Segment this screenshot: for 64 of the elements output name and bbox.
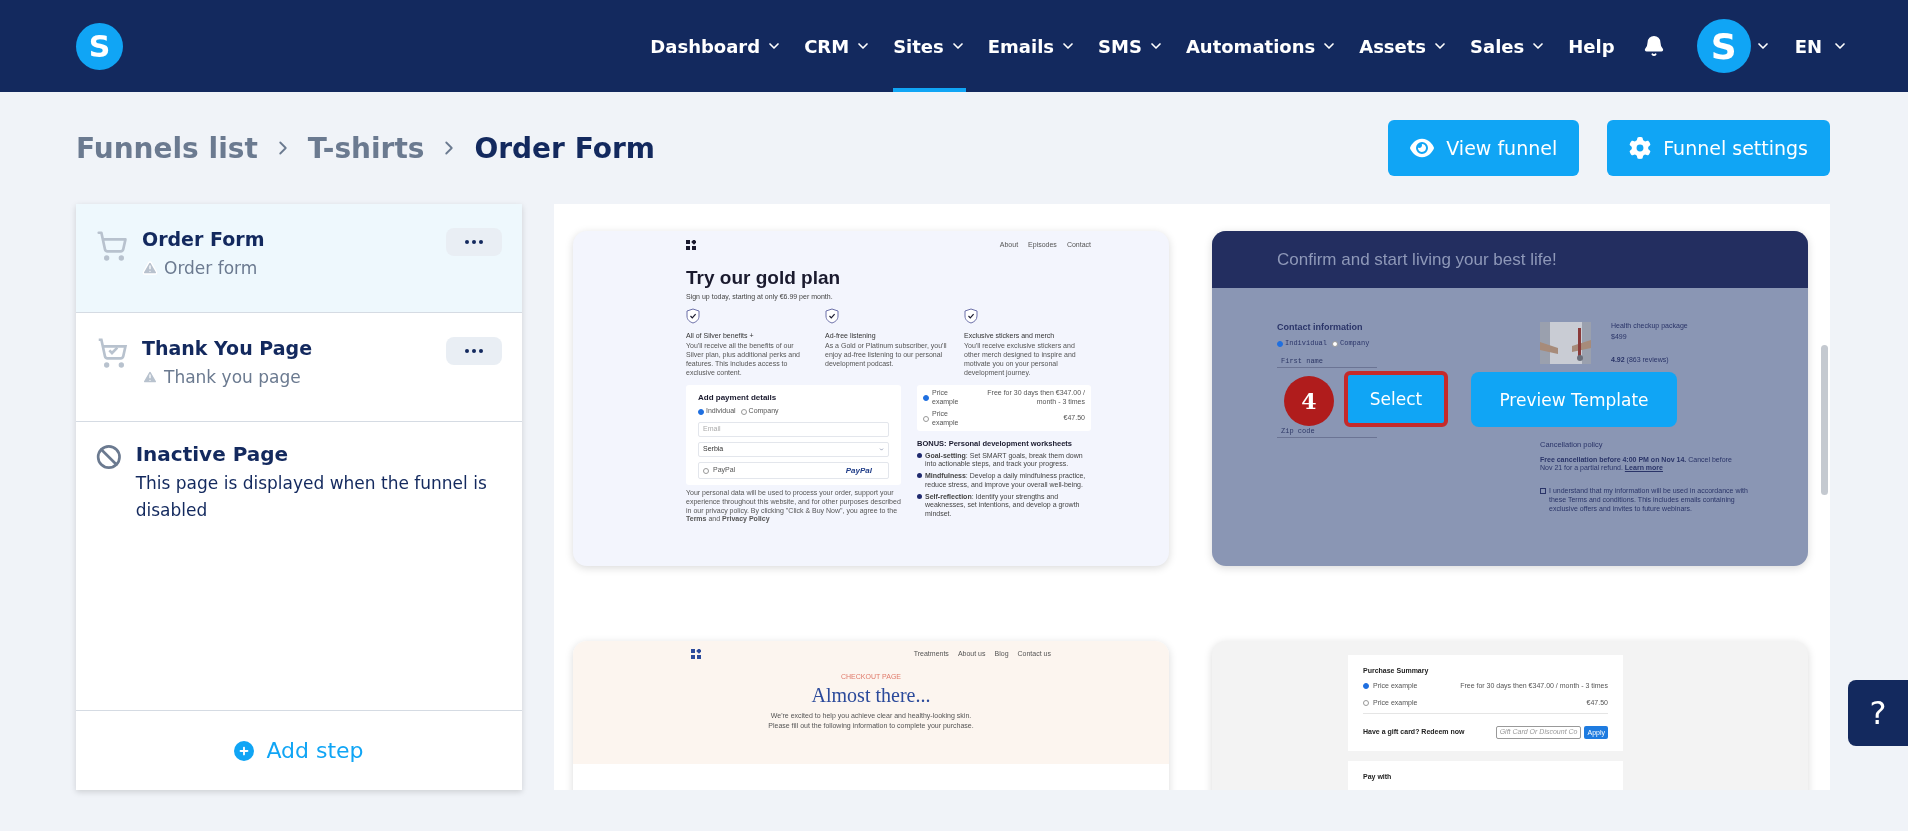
- step-item[interactable]: Order Form Order form: [76, 204, 522, 313]
- page-heading: Confirm and start living your best life!: [1277, 248, 1557, 271]
- radio-button[interactable]: [1277, 340, 1283, 347]
- nav-item[interactable]: Automations: [1185, 0, 1338, 92]
- check-bullet-icon: [917, 473, 922, 479]
- step-subtitle: Thank you page: [164, 367, 301, 387]
- nav-item[interactable]: Sales: [1470, 0, 1547, 92]
- prohibited-icon: [96, 442, 122, 472]
- step-title: Order Form: [142, 228, 265, 250]
- form-title: Contact information: [1277, 322, 1364, 334]
- radio-button[interactable]: [1363, 683, 1369, 690]
- ellipsis-icon: [465, 349, 483, 353]
- check-bullet-icon: [917, 493, 922, 499]
- form-title: Add payment details: [698, 393, 778, 404]
- page-heading: Almost there...: [811, 682, 931, 708]
- nav-item[interactable]: SMS: [1098, 0, 1164, 92]
- warning-icon: [142, 369, 158, 385]
- plus-icon: [234, 740, 255, 761]
- nav-item[interactable]: Sites: [893, 0, 966, 92]
- paypal-logo: PayPal: [845, 465, 872, 476]
- shield-check-icon: [825, 307, 839, 324]
- radio-button[interactable]: [1332, 340, 1338, 347]
- breadcrumb-link[interactable]: Funnels list: [76, 131, 258, 165]
- radio-button[interactable]: [923, 415, 929, 422]
- scrollbar[interactable]: [1821, 345, 1828, 495]
- radio-button[interactable]: [698, 408, 704, 415]
- template-card[interactable]: [573, 231, 1169, 566]
- caret-icon: [879, 447, 884, 452]
- nav-item[interactable]: Help: [1568, 0, 1615, 92]
- logo-icon: [691, 649, 701, 659]
- nav-item[interactable]: CRM: [804, 0, 872, 92]
- checkbox[interactable]: [1540, 488, 1546, 495]
- logo-icon: [686, 240, 696, 250]
- nav-item[interactable]: Emails: [987, 0, 1077, 92]
- check-bullet-icon: [917, 452, 922, 458]
- step-subtitle: Order form: [164, 258, 258, 278]
- inactive-description: This page is displayed when the funnel is disabled: [135, 472, 488, 522]
- cart-check-icon: [96, 337, 128, 369]
- breadcrumb-link[interactable]: Order Form: [474, 131, 655, 165]
- step-item[interactable]: Thank You Page Thank you page: [76, 313, 522, 422]
- avatar: S: [1696, 19, 1751, 73]
- breadcrumb-link[interactable]: T-shirts: [307, 131, 425, 165]
- radio-button[interactable]: [923, 395, 929, 401]
- step-marker: 4: [1284, 376, 1334, 426]
- radio-button[interactable]: [740, 408, 747, 415]
- shield-check-icon: [964, 307, 978, 324]
- radio-button[interactable]: [1363, 699, 1369, 706]
- step-title: Thank You Page: [142, 337, 313, 359]
- nav-item[interactable]: Dashboard: [650, 0, 783, 92]
- template-card[interactable]: [1212, 231, 1808, 566]
- nav-item[interactable]: Assets: [1359, 0, 1449, 92]
- warning-icon: [142, 260, 158, 276]
- more-button[interactable]: [446, 337, 502, 365]
- help-button[interactable]: ?: [1848, 680, 1908, 746]
- bell-icon[interactable]: [1642, 35, 1665, 57]
- more-button[interactable]: [446, 228, 502, 256]
- page-heading: Try our gold plan: [686, 266, 842, 290]
- language-menu[interactable]: EN: [1794, 35, 1848, 57]
- ellipsis-icon: [465, 240, 483, 244]
- cart-icon: [96, 230, 128, 262]
- eye-icon: [1410, 136, 1435, 160]
- settings-icon: [1629, 137, 1652, 159]
- shield-check-icon: [686, 307, 700, 324]
- inactive-title: Inactive Page: [135, 442, 290, 466]
